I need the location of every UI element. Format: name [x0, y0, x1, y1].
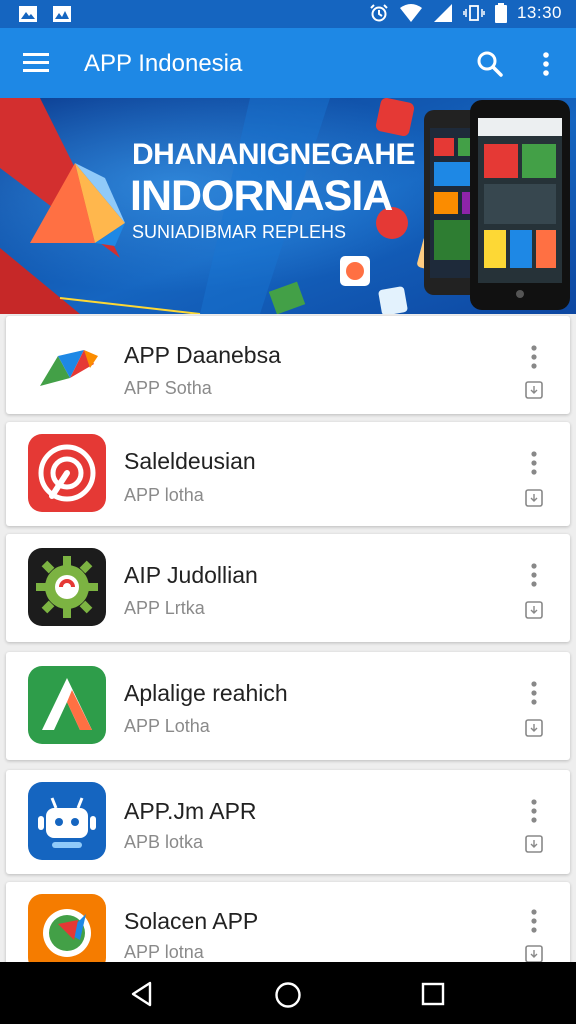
more-vert-icon[interactable]: [524, 562, 544, 590]
banner-tagline: SUNIADIBMAR REPLEHS: [132, 222, 347, 242]
photos-icon: [53, 6, 71, 22]
alarm-icon: [370, 4, 388, 22]
phone-illustration-right: [470, 100, 570, 310]
recent-apps-icon[interactable]: [420, 981, 446, 1007]
app-name: Saleldeusian: [124, 448, 256, 474]
vibrate-icon: [463, 5, 485, 21]
app-subtitle: APB lotka: [124, 832, 204, 852]
list-item[interactable]: Saleldeusian APP lotha: [6, 422, 570, 526]
wifi-icon: [399, 4, 422, 22]
back-icon[interactable]: [128, 980, 156, 1008]
colorful-arrow-logo-icon: [28, 326, 106, 404]
app-name: AIP Judollian: [124, 562, 258, 588]
install-badge-icon[interactable]: [524, 834, 544, 854]
list-item[interactable]: Aplalige reahich APP Lotha: [6, 652, 570, 760]
app-name: Aplalige reahich: [124, 680, 288, 706]
red-target-icon: [28, 434, 106, 512]
blue-robot-icon: [28, 782, 106, 860]
more-vert-icon[interactable]: [524, 450, 544, 478]
install-badge-icon[interactable]: [524, 488, 544, 508]
signal-icon: [433, 4, 452, 22]
orange-compass-icon: [28, 894, 106, 972]
list-item[interactable]: APP.Jm APR APB lotka: [6, 770, 570, 874]
app-bar: APP Indonesia: [0, 28, 576, 98]
install-badge-icon[interactable]: [524, 600, 544, 620]
app-name: Solacen APP: [124, 908, 259, 934]
banner-headline-1: DHANANIGNEGAHE: [132, 138, 416, 171]
app-name: APP.Jm APR: [124, 798, 257, 824]
status-time: 13:30: [516, 3, 562, 22]
search-icon[interactable]: [474, 48, 506, 80]
battery-icon: [494, 3, 507, 23]
install-badge-icon[interactable]: [524, 380, 544, 400]
green-letter-a-icon: [28, 666, 106, 744]
menu-icon[interactable]: [20, 48, 54, 78]
more-vert-icon[interactable]: [524, 908, 544, 936]
green-gear-icon: [28, 548, 106, 626]
banner-headline-2: INDORNASIA: [130, 172, 393, 220]
app-subtitle: APP Lrtka: [124, 598, 205, 618]
install-badge-icon[interactable]: [524, 944, 544, 964]
app-subtitle: APP lotna: [124, 942, 204, 962]
list-item[interactable]: AIP Judollian APP Lrtka: [6, 534, 570, 642]
more-vert-icon[interactable]: [524, 680, 544, 708]
list-item[interactable]: Solacen APP APP lotna: [6, 882, 570, 972]
status-bar: 13:30: [0, 0, 576, 28]
home-icon[interactable]: [273, 980, 303, 1010]
install-badge-icon[interactable]: [524, 718, 544, 738]
list-item[interactable]: APP Daanebsa APP Sotha: [6, 316, 570, 414]
app-subtitle: APP lotha: [124, 485, 204, 505]
app-subtitle: APP Sotha: [124, 378, 212, 398]
app-subtitle: APP Lotha: [124, 716, 210, 736]
app-title: APP Indonesia: [84, 50, 243, 77]
more-vert-icon[interactable]: [524, 344, 544, 372]
navigation-bar: [0, 962, 576, 1024]
promo-banner[interactable]: DHANANIGNEGAHE INDORNASIA SUNIADIBMAR RE…: [0, 98, 576, 314]
app-name: APP Daanebsa: [124, 342, 281, 368]
gallery-icon: [19, 6, 37, 22]
more-vert-icon[interactable]: [524, 798, 544, 826]
more-vert-icon[interactable]: [530, 48, 562, 80]
